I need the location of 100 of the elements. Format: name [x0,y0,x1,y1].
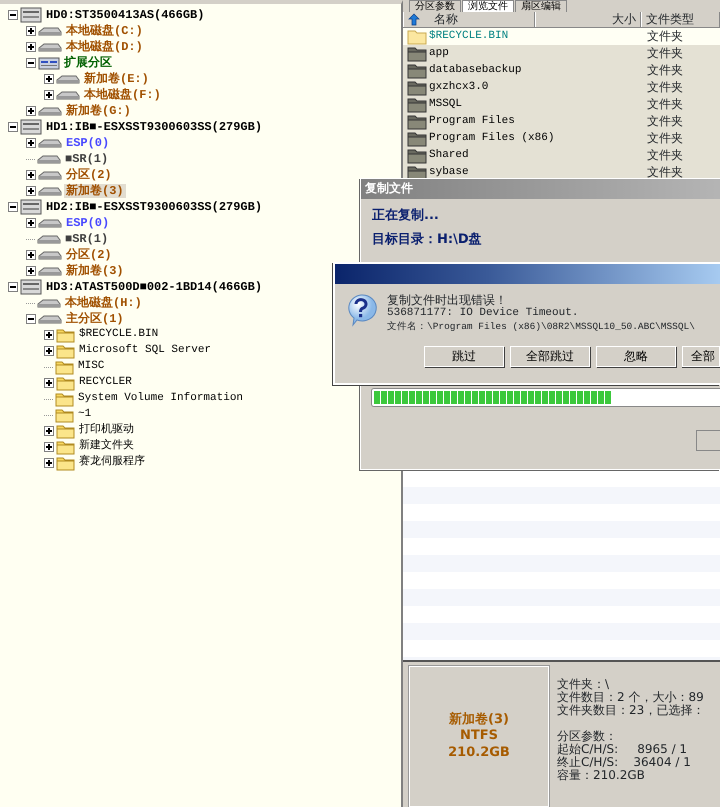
tree-node[interactable]: Microsoft SQL Server [77,344,214,358]
expand-toggle[interactable] [44,378,54,388]
file-row[interactable]: MSSQL 文件夹 [403,96,720,113]
tree-node[interactable]: 本地磁盘(H:) [63,296,144,310]
file-name: $RECYCLE.BIN [429,30,508,44]
tree-node[interactable]: MISC [76,360,106,374]
file-row[interactable]: Program Files (x86) 文件夹 [403,130,720,147]
folder-icon [407,114,427,130]
summary-text: 210.2GB [448,744,510,761]
error-code: 536871177: IO Device Timeout. [387,307,580,321]
up-arrow-icon [408,13,420,26]
expand-toggle[interactable] [8,10,18,20]
expand-toggle[interactable] [44,330,54,340]
expand-toggle[interactable] [26,106,36,116]
file-row[interactable]: $RECYCLE.BIN 文件夹 [403,28,720,45]
tab[interactable]: 浏览文件 [462,0,514,12]
tree-node[interactable]: $RECYCLE.BIN [77,328,160,342]
tree-node[interactable]: ■SR(1) [63,232,110,246]
folder-icon [55,359,74,375]
folder-icon [407,80,427,96]
file-name: MSSQL [429,98,462,112]
dialog-button[interactable]: 忽略 [596,346,676,367]
tree-node[interactable]: 新建文件夹 [77,440,136,454]
file-type: 文件夹 [647,29,684,44]
expand-toggle[interactable] [26,218,36,228]
tree-node[interactable]: HD1:IB■-ESXSST9300603SS(279GB) [44,120,264,134]
expand-toggle[interactable] [44,458,54,468]
expand-toggle[interactable] [44,74,54,84]
tree-node[interactable]: ~1 [76,408,94,422]
file-type: 文件夹 [647,46,684,61]
folder-icon [407,62,427,78]
file-type: 文件夹 [647,165,684,180]
tree-node[interactable]: System Volume Information [76,392,246,406]
summary-text: NTFS [460,728,498,745]
tree-node[interactable]: HD2:IB■-ESXSST9300603SS(279GB) [44,200,264,214]
tree-node[interactable]: ESP(0) [64,216,112,230]
tree-node[interactable]: ■SR(1) [63,152,110,166]
expand-toggle[interactable] [26,138,36,148]
hard-drive-icon [20,279,42,295]
column-header[interactable]: 大小 [535,12,641,27]
folder-icon [56,455,75,471]
file-row[interactable]: Program Files 文件夹 [403,113,720,130]
expand-toggle[interactable] [26,42,36,52]
tree-node[interactable]: 新加卷(3) [64,264,126,278]
expand-toggle[interactable] [44,442,54,452]
expand-toggle[interactable] [44,346,54,356]
tree-node[interactable]: 本地磁盘(C:) [64,24,145,38]
dialog-title: 复制文件 [361,179,720,199]
tree-node[interactable]: 打印机驱动 [77,424,136,438]
info-line: 终止C/H/S: 36404 / 1 [557,756,692,769]
column-header[interactable]: 名称 [434,12,458,27]
file-row[interactable]: databasebackup 文件夹 [403,62,720,79]
expand-toggle[interactable] [44,426,54,436]
expand-toggle[interactable] [26,250,36,260]
tree-node[interactable]: 赛龙伺服程序 [77,456,147,470]
tree-node[interactable]: 新加卷(3) [64,184,126,198]
expand-toggle[interactable] [8,202,18,212]
folder-icon [407,164,427,180]
column-header[interactable]: 文件类型 [641,12,720,27]
expand-toggle[interactable] [26,266,36,276]
file-type: 文件夹 [647,80,684,95]
tab[interactable]: 扇区编辑 [515,0,567,12]
hard-drive-icon [20,199,42,215]
expand-toggle[interactable] [26,186,36,196]
dialog-button[interactable]: 跳过 [424,346,504,367]
tree-node[interactable]: 分区(2) [64,248,114,262]
file-row[interactable]: gxzhcx3.0 文件夹 [403,79,720,96]
expand-toggle[interactable] [26,26,36,36]
info-line: 分区参数： [557,730,618,743]
tree-node[interactable]: ESP(0) [64,136,112,150]
folder-icon [407,130,427,146]
tab[interactable]: 分区参数 [409,0,461,12]
file-row[interactable]: Shared 文件夹 [403,147,720,164]
partition-icon [38,56,60,70]
info-line: 文件夹数目：23，已选择： [557,704,704,717]
tree-node[interactable]: 分区(2) [64,168,114,182]
tree-node[interactable]: HD0:ST3500413AS(466GB) [44,8,206,22]
expand-toggle[interactable] [26,58,36,68]
tree-node[interactable]: 扩展分区 [62,56,114,70]
tree-node[interactable]: 本地磁盘(D:) [64,40,145,54]
expand-toggle[interactable] [26,170,36,180]
expand-toggle[interactable] [8,122,18,132]
tree-node[interactable]: 新加卷(G:) [64,104,133,118]
tree-node[interactable]: 本地磁盘(F:) [82,88,163,102]
tree-node[interactable]: 新加卷(E:) [82,72,151,86]
expand-toggle[interactable] [44,90,54,100]
dialog-button[interactable]: 全部跳过 [510,346,590,367]
file-name: gxzhcx3.0 [429,80,488,94]
dialog-button[interactable]: 全部 [682,346,720,367]
tree-node[interactable]: RECYCLER [77,376,134,390]
expand-toggle[interactable] [8,282,18,292]
file-type: 文件夹 [647,97,684,112]
folder-icon [407,148,427,164]
tree-node[interactable]: 主分区(1) [64,312,126,326]
folder-icon [56,327,75,343]
error-message: 复制文件时出现错误！ [387,293,508,307]
tree-node[interactable]: HD3:ATAST500D■002-1BD14(466GB) [44,280,264,294]
expand-toggle[interactable] [26,314,36,324]
target-path: 目标目录：H:\D盘 [372,232,483,248]
file-row[interactable]: app 文件夹 [403,45,720,62]
